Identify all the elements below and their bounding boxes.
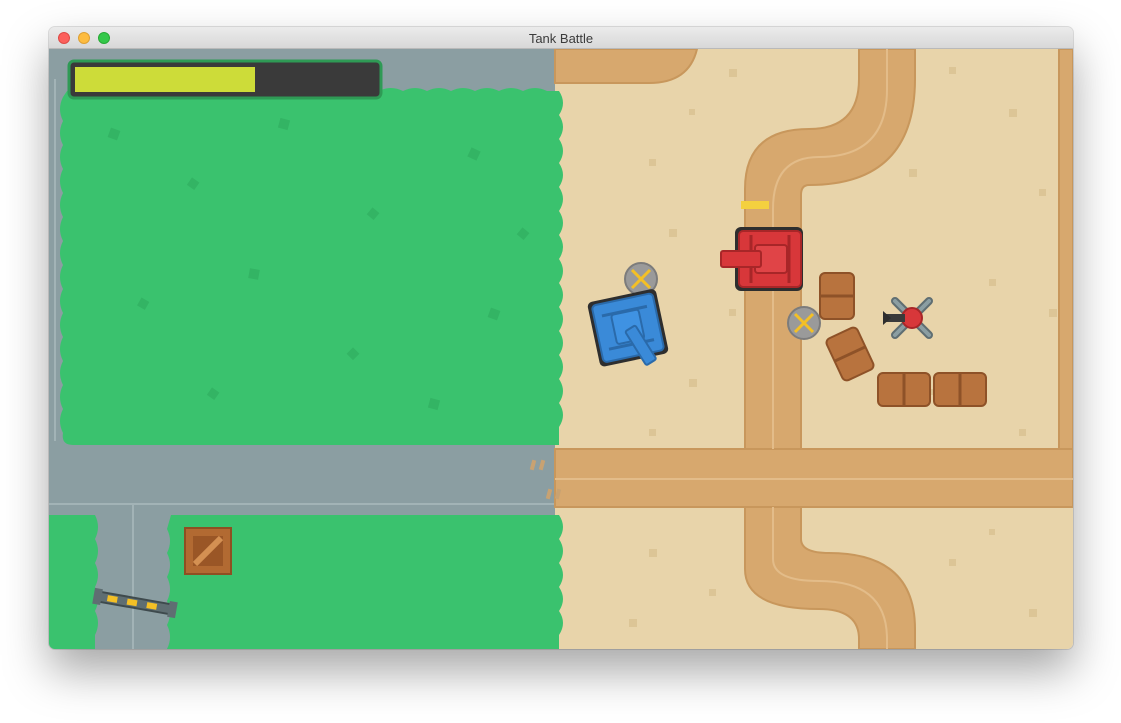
game-canvas[interactable] bbox=[49, 49, 1073, 649]
health-bar-fill bbox=[75, 67, 255, 92]
landmine-icon bbox=[787, 306, 821, 340]
title-bar: Tank Battle bbox=[49, 27, 1073, 49]
barrel-icon bbox=[933, 372, 987, 407]
wooden-crate-icon bbox=[184, 527, 232, 575]
barrel-icon bbox=[819, 272, 855, 320]
health-bar bbox=[67, 59, 383, 100]
game-window: Tank Battle bbox=[49, 27, 1073, 649]
grass-field-top bbox=[60, 88, 563, 445]
window-title: Tank Battle bbox=[528, 31, 594, 46]
grass-field-bottom-left bbox=[49, 515, 98, 649]
barrel-icon bbox=[877, 372, 931, 407]
